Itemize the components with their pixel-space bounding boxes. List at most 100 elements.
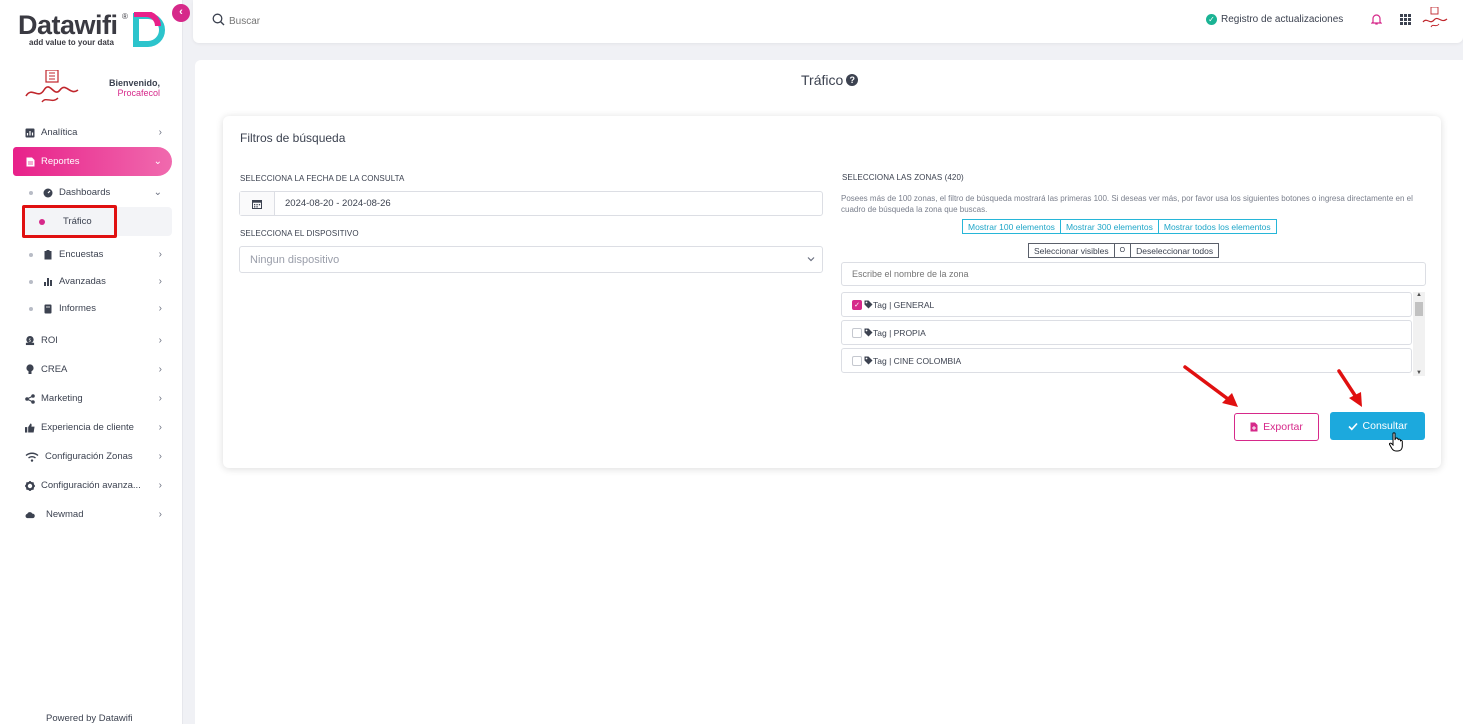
- sidebar-item-informes[interactable]: Informes ›: [13, 294, 172, 323]
- updates-log-link[interactable]: ✓ Registro de actualizaciones: [1206, 14, 1343, 25]
- selection-separator: O: [1114, 243, 1132, 258]
- sidebar-item-reportes[interactable]: Reportes ⌄: [13, 147, 172, 176]
- chevron-right-icon: ›: [158, 393, 162, 404]
- sidebar-item-marketing[interactable]: Marketing ›: [13, 384, 172, 413]
- show-100-button[interactable]: Mostrar 100 elementos: [962, 219, 1061, 234]
- annotation-arrow-consult: [1337, 369, 1362, 407]
- chevron-down-icon: [807, 257, 815, 262]
- chevron-right-icon: ›: [158, 451, 162, 462]
- zone-search-input[interactable]: [841, 262, 1426, 286]
- chevron-right-icon: ›: [158, 509, 162, 520]
- chevron-right-icon: ›: [158, 303, 162, 314]
- search-icon: [212, 13, 225, 26]
- thumbs-up-icon: [25, 422, 35, 433]
- show-300-button[interactable]: Mostrar 300 elementos: [1060, 219, 1159, 234]
- logo-wordmark: Datawifi: [18, 10, 118, 40]
- chevron-right-icon: ›: [158, 480, 162, 491]
- collapse-sidebar-button[interactable]: ‹: [172, 4, 190, 22]
- gear-icon: [25, 480, 35, 491]
- zone-item-general[interactable]: ✓ Tag | GENERAL: [841, 292, 1412, 317]
- chart-box-icon: [25, 128, 35, 138]
- chevron-right-icon: ›: [158, 364, 162, 375]
- chevron-right-icon: ›: [158, 127, 162, 138]
- device-select-value: Ningun dispositivo: [250, 253, 340, 266]
- date-range-field[interactable]: [239, 191, 823, 216]
- chevron-right-icon: ›: [158, 249, 162, 260]
- date-label: SELECCIONA LA FECHA DE LA CONSULTA: [240, 174, 405, 183]
- sidebar-item-configuracion-avanzada[interactable]: Configuración avanza... ›: [13, 471, 172, 500]
- user-avatar[interactable]: [1422, 7, 1448, 29]
- sidebar-item-roi[interactable]: $ ROI ›: [13, 326, 172, 355]
- sidebar-item-crea[interactable]: CREA ›: [13, 355, 172, 384]
- bullet-dot: [29, 306, 33, 311]
- apps-grid-icon[interactable]: [1400, 14, 1411, 25]
- scrollbar-thumb[interactable]: [1415, 302, 1423, 316]
- calendar-icon[interactable]: [240, 192, 275, 215]
- sidebar: Datawifi ® add value to your data ‹ Bien…: [0, 0, 190, 724]
- scroll-down-icon[interactable]: ▼: [1416, 370, 1422, 376]
- sidebar-nav: Analítica › Reportes ⌄ Dashboards ⌄ Tráf…: [13, 118, 172, 529]
- date-range-input[interactable]: [275, 192, 822, 215]
- search-filters-card: Filtros de búsqueda SELECCIONA LA FECHA …: [223, 116, 1441, 468]
- chevron-down-icon: ⌄: [153, 187, 162, 198]
- sidebar-item-label: CREA: [41, 364, 68, 375]
- sidebar-item-label: Avanzadas: [59, 276, 106, 287]
- chevron-right-icon: ›: [158, 276, 162, 287]
- money-icon: $: [25, 335, 35, 346]
- bell-icon[interactable]: [1371, 13, 1382, 25]
- sidebar-item-label: Marketing: [41, 393, 83, 404]
- checkbox-unchecked[interactable]: [852, 355, 862, 366]
- search-input[interactable]: [229, 12, 429, 30]
- book-icon: [43, 304, 53, 314]
- zones-label: SELECCIONA LAS ZONAS (420): [842, 173, 964, 182]
- logo-registered: ®: [122, 12, 128, 21]
- filters-title: Filtros de búsqueda: [240, 131, 346, 145]
- bullet-dot: [29, 279, 33, 284]
- zone-item-cine-colombia[interactable]: Tag | CINE COLOMBIA: [841, 348, 1412, 373]
- device-select[interactable]: Ningun dispositivo: [239, 246, 823, 273]
- check-icon: [1347, 422, 1358, 430]
- tag-icon: [864, 300, 873, 309]
- file-export-icon: [1250, 422, 1258, 432]
- client-logo: [25, 70, 79, 103]
- chevron-down-icon: ⌄: [153, 156, 162, 167]
- zone-list-scrollbar[interactable]: ▲ ▼: [1413, 292, 1425, 376]
- export-button[interactable]: Exportar: [1234, 413, 1319, 441]
- sidebar-item-label: Configuración avanza...: [41, 480, 141, 491]
- selection-buttons-group: Seleccionar visibles O Deseleccionar tod…: [1028, 243, 1220, 258]
- bullet-dot: [29, 252, 33, 257]
- chevron-right-icon: ›: [158, 422, 162, 433]
- user-name: Procafecol: [117, 88, 160, 98]
- sidebar-item-configuracion-zonas[interactable]: Configuración Zonas ›: [13, 442, 172, 471]
- zones-note: Posees más de 100 zonas, el filtro de bú…: [841, 194, 1413, 214]
- show-all-button[interactable]: Mostrar todos los elementos: [1158, 219, 1277, 234]
- sidebar-item-dashboards[interactable]: Dashboards ⌄: [13, 178, 172, 207]
- sidebar-item-label: Reportes: [41, 156, 80, 167]
- bar-chart-icon: [43, 277, 53, 287]
- logo-mark-icon: [133, 12, 165, 47]
- sidebar-item-label: Analítica: [41, 127, 78, 138]
- checkbox-checked[interactable]: ✓: [852, 299, 862, 310]
- page-title-text: Tráfico: [801, 72, 844, 88]
- sidebar-item-label: Informes: [59, 303, 96, 314]
- sidebar-item-avanzadas[interactable]: Avanzadas ›: [13, 267, 172, 296]
- sidebar-item-experiencia-cliente[interactable]: Experiencia de cliente ›: [13, 413, 172, 442]
- select-visible-button[interactable]: Seleccionar visibles: [1028, 243, 1115, 258]
- sidebar-item-label: ROI: [41, 335, 58, 346]
- deselect-all-button[interactable]: Deseleccionar todos: [1131, 243, 1220, 258]
- welcome-block: Bienvenido, Procafecol: [92, 78, 160, 98]
- bulb-icon: [25, 364, 35, 375]
- checkbox-unchecked[interactable]: [852, 327, 862, 338]
- main-content: Tráfico ? Filtros de búsqueda SELECCIONA…: [195, 60, 1463, 724]
- clipboard-icon: [43, 249, 53, 260]
- zone-item-propia[interactable]: Tag | PROPIA: [841, 320, 1412, 345]
- sidebar-item-encuestas[interactable]: Encuestas ›: [13, 240, 172, 269]
- sidebar-item-newmad[interactable]: Newmad ›: [13, 500, 172, 529]
- datawifi-logo[interactable]: Datawifi ® add value to your data: [18, 10, 168, 55]
- topbar: ✓ Registro de actualizaciones: [193, 0, 1463, 43]
- scroll-up-icon[interactable]: ▲: [1416, 292, 1422, 298]
- help-icon[interactable]: ?: [846, 74, 859, 86]
- sidebar-item-analitica[interactable]: Analítica ›: [13, 118, 172, 147]
- hand-cursor-icon: [1389, 432, 1403, 452]
- consult-button[interactable]: Consultar: [1330, 412, 1425, 440]
